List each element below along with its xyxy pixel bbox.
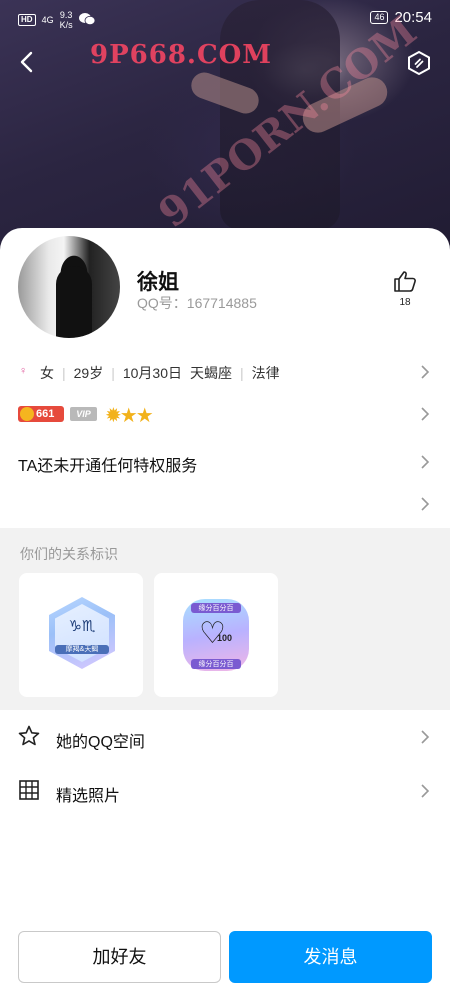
settings-button[interactable]	[406, 50, 432, 76]
gender-text: 女	[40, 365, 54, 381]
add-friend-button[interactable]: 加好友	[18, 931, 221, 983]
qzone-label: 她的QQ空间	[56, 734, 145, 751]
vip-badge: VIP	[70, 407, 97, 421]
birthday-text: 10月30日	[122, 365, 183, 381]
relationship-title: 你们的关系标识	[20, 546, 118, 562]
hexagon-settings-icon	[408, 50, 430, 76]
zodiac-badge-icon: ♑♏ 摩羯&天蝎	[49, 597, 115, 669]
back-button[interactable]	[16, 50, 40, 74]
photos-row[interactable]: 精选照片	[0, 764, 450, 818]
network-speed: 9.3 K/s	[59, 10, 73, 30]
zodiac-text: 天蝎座	[190, 365, 233, 381]
chevron-right-icon	[421, 365, 430, 379]
qq-number: QQ号：167714885	[137, 295, 257, 311]
relationship-tag-match[interactable]: 缘分百分百 ♡ 100 缘分百分百	[154, 573, 278, 697]
profile-info-row[interactable]: ♀ 女 | 29岁 | 10月30日 天蝎座 | 法律	[0, 360, 450, 384]
status-time: 20:54	[394, 9, 432, 26]
age-text: 29岁	[73, 365, 104, 381]
like-button[interactable]: 18	[392, 270, 418, 308]
relationship-section: 你们的关系标识 ♑♏ 摩羯&天蝎 缘分百分百 ♡ 100 缘分百分百	[0, 528, 450, 710]
status-bar: HD 4G 9.3 K/s 46 20:54	[0, 0, 450, 36]
divider: |	[62, 365, 66, 381]
profession-text: 法律	[251, 365, 280, 381]
match-badge-bottom: 缘分百分百	[191, 659, 241, 669]
avatar[interactable]	[18, 236, 120, 338]
divider: |	[111, 365, 115, 381]
level-badge: 661	[18, 406, 64, 422]
hd-indicator: HD	[18, 14, 36, 26]
match-badge-top: 缘分百分百	[191, 603, 241, 613]
more-info-row[interactable]	[0, 492, 450, 516]
chevron-right-icon	[421, 730, 430, 744]
battery-icon: 46	[370, 11, 389, 24]
like-count: 18	[399, 297, 411, 308]
photos-label: 精选照片	[56, 788, 121, 805]
chevron-right-icon	[421, 784, 430, 798]
profile-cover-image[interactable]	[0, 0, 450, 250]
send-message-button[interactable]: 发消息	[229, 931, 432, 983]
chevron-right-icon	[421, 497, 430, 511]
chevron-right-icon	[421, 455, 430, 469]
female-icon: ♀	[19, 365, 28, 377]
sun-icon: ✹	[105, 405, 122, 427]
privilege-row[interactable]: TA还未开通任何特权服务	[0, 450, 450, 475]
heart-badge-icon: 缘分百分百 ♡ 100 缘分百分百	[183, 599, 249, 671]
thumbs-up-icon	[394, 271, 416, 292]
grid-icon	[19, 780, 39, 800]
star-icon	[18, 725, 40, 746]
relationship-tag-zodiac[interactable]: ♑♏ 摩羯&天蝎	[19, 573, 143, 697]
star-icon: ★	[135, 405, 154, 427]
signal-icon: 4G	[41, 15, 54, 25]
divider: |	[240, 365, 244, 381]
qzone-row[interactable]: 她的QQ空间	[0, 710, 450, 764]
wechat-icon	[78, 12, 95, 29]
badge-row[interactable]: 661 VIP ✹★★	[0, 402, 450, 428]
zodiac-symbols: ♑♏	[68, 618, 96, 635]
zodiac-badge-label: 摩羯&天蝎	[55, 645, 109, 654]
avatar-figure	[56, 266, 92, 338]
level-stars: ✹★★	[105, 403, 154, 428]
chevron-right-icon	[421, 407, 430, 421]
chevron-left-icon	[20, 51, 33, 73]
profile-name: 徐姐	[137, 271, 179, 294]
match-badge-number: 100	[217, 633, 233, 643]
privilege-text: TA还未开通任何特权服务	[18, 458, 198, 475]
coin-icon	[20, 407, 34, 421]
star-icon: ★	[119, 405, 138, 427]
